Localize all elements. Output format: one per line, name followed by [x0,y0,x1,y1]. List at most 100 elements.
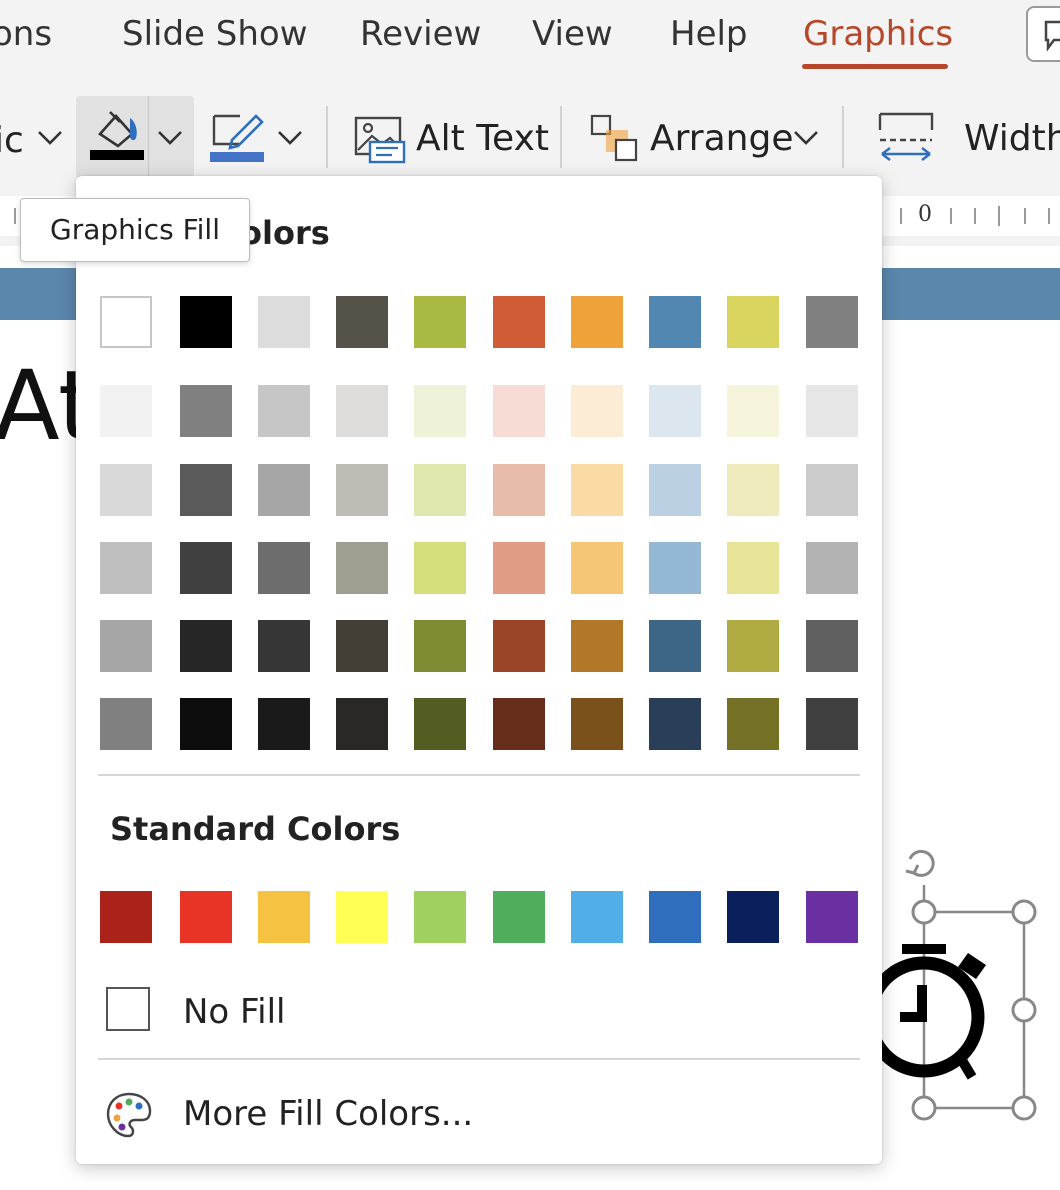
theme-color-swatch[interactable] [727,296,779,348]
theme-color-swatch[interactable] [727,542,779,594]
tab-animations[interactable]: ons [0,14,52,54]
theme-color-swatch[interactable] [493,296,545,348]
graphics-fill-tooltip: Graphics Fill [20,198,250,262]
theme-color-swatch[interactable] [336,385,388,437]
theme-color-swatch[interactable] [571,620,623,672]
theme-color-swatch[interactable] [727,464,779,516]
theme-color-swatch[interactable] [180,620,232,672]
tab-review[interactable]: Review [360,14,481,54]
theme-color-swatch[interactable] [180,385,232,437]
theme-color-swatch[interactable] [806,698,858,750]
standard-color-swatch[interactable] [727,891,779,943]
theme-color-swatch[interactable] [180,542,232,594]
theme-color-swatch[interactable] [727,620,779,672]
theme-color-swatch[interactable] [258,542,310,594]
standard-color-swatch[interactable] [336,891,388,943]
theme-color-swatch[interactable] [258,620,310,672]
theme-color-swatch[interactable] [727,385,779,437]
standard-color-swatch[interactable] [180,891,232,943]
theme-color-swatch[interactable] [806,385,858,437]
theme-color-swatch[interactable] [258,385,310,437]
chevron-down-icon[interactable] [36,128,64,148]
resize-handle[interactable] [911,1095,937,1121]
chevron-down-icon[interactable] [156,128,184,148]
no-fill-label[interactable]: No Fill [183,992,285,1032]
resize-handle[interactable] [1011,899,1037,925]
pen-outline-icon[interactable] [210,110,268,164]
standard-color-swatch[interactable] [258,891,310,943]
theme-color-swatch[interactable] [100,296,152,348]
theme-color-swatch[interactable] [649,620,701,672]
standard-color-swatch[interactable] [100,891,152,943]
tab-graphics[interactable]: Graphics [803,14,953,54]
theme-color-swatch[interactable] [100,464,152,516]
theme-color-swatch[interactable] [571,464,623,516]
theme-color-swatch[interactable] [649,296,701,348]
alt-text-label[interactable]: Alt Text [416,118,549,159]
theme-color-swatch[interactable] [258,464,310,516]
theme-color-swatch[interactable] [571,698,623,750]
theme-color-swatch[interactable] [571,542,623,594]
standard-color-swatch[interactable] [414,891,466,943]
standard-color-swatch[interactable] [571,891,623,943]
standard-color-swatch[interactable] [806,891,858,943]
theme-color-swatch[interactable] [493,464,545,516]
standard-color-swatch[interactable] [649,891,701,943]
theme-color-swatch[interactable] [649,542,701,594]
theme-color-swatch[interactable] [806,464,858,516]
theme-color-swatch[interactable] [100,620,152,672]
theme-color-swatch[interactable] [414,542,466,594]
theme-color-swatch[interactable] [180,464,232,516]
comments-button[interactable] [1026,6,1060,62]
resize-handle[interactable] [911,899,937,925]
theme-color-swatch[interactable] [336,698,388,750]
ruler-tick [998,206,1000,226]
theme-color-swatch[interactable] [571,296,623,348]
tab-view[interactable]: View [532,14,613,54]
theme-color-swatch[interactable] [100,385,152,437]
theme-color-swatch[interactable] [414,464,466,516]
alt-text-icon[interactable] [354,114,406,164]
chevron-down-icon[interactable] [276,128,304,148]
theme-color-swatch[interactable] [414,620,466,672]
theme-color-swatch[interactable] [493,542,545,594]
theme-color-swatch[interactable] [336,296,388,348]
theme-color-swatch[interactable] [180,698,232,750]
tab-help[interactable]: Help [670,14,748,54]
theme-color-swatch[interactable] [806,620,858,672]
theme-color-swatch[interactable] [493,698,545,750]
theme-color-swatch[interactable] [806,542,858,594]
arrange-label[interactable]: Arrange [650,118,793,159]
theme-color-swatch[interactable] [493,385,545,437]
arrange-icon[interactable] [588,112,640,162]
graphics-fill-dropdown: olors Standard Colors No Fill More Fill … [76,176,882,1164]
theme-color-swatch[interactable] [100,542,152,594]
tab-slide-show[interactable]: Slide Show [122,14,308,54]
theme-color-swatch[interactable] [258,698,310,750]
theme-color-swatch[interactable] [180,296,232,348]
graphics-styles-button[interactable]: ic [0,120,24,161]
theme-color-swatch[interactable] [336,542,388,594]
theme-color-swatch[interactable] [649,698,701,750]
resize-handle[interactable] [1011,1095,1037,1121]
theme-color-swatch[interactable] [806,296,858,348]
more-fill-colors-label[interactable]: More Fill Colors... [183,1094,473,1134]
ruler-tick [950,208,952,224]
menu-divider [98,1058,860,1060]
theme-color-swatch[interactable] [414,385,466,437]
chevron-down-icon[interactable] [792,128,820,148]
theme-color-swatch[interactable] [414,698,466,750]
selected-graphic[interactable] [880,845,1060,1125]
resize-handle[interactable] [1011,997,1037,1023]
theme-color-swatch[interactable] [100,698,152,750]
theme-color-swatch[interactable] [258,296,310,348]
theme-color-swatch[interactable] [336,464,388,516]
theme-color-swatch[interactable] [571,385,623,437]
theme-color-swatch[interactable] [414,296,466,348]
theme-color-swatch[interactable] [649,464,701,516]
theme-color-swatch[interactable] [493,620,545,672]
theme-color-swatch[interactable] [336,620,388,672]
theme-color-swatch[interactable] [649,385,701,437]
standard-color-swatch[interactable] [493,891,545,943]
theme-color-swatch[interactable] [727,698,779,750]
